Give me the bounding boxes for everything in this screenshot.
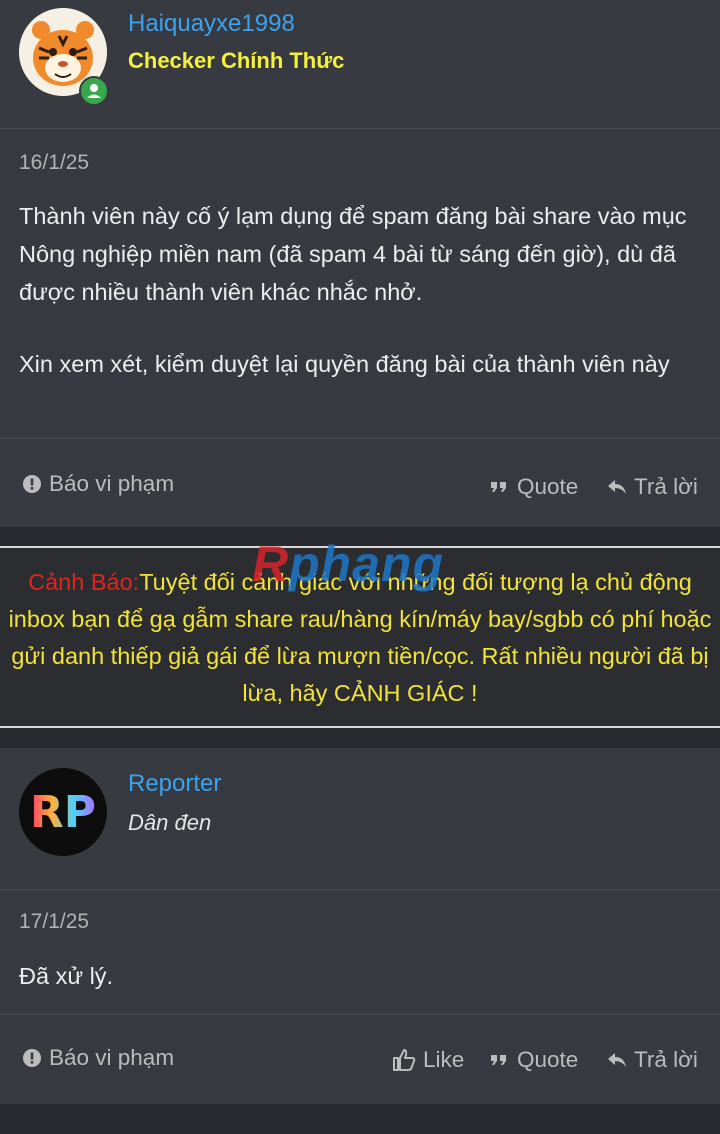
report-label: Báo vi phạm: [49, 471, 175, 496]
quote-label: Quote: [517, 1047, 579, 1072]
online-status-icon: [79, 76, 109, 106]
report-button[interactable]: Báo vi phạm: [22, 471, 174, 497]
post-footer: Báo vi phạm Like Quote Trả lời: [0, 1014, 720, 1103]
watermark-logo: Rphang: [252, 536, 445, 592]
user-title: Checker Chính Thức: [128, 48, 345, 73]
report-icon: [23, 1049, 41, 1067]
post-2: RP Reporter Dân đen 17/1/25 Đã xử lý. Bá…: [0, 748, 720, 1104]
reply-label: Trả lời: [634, 474, 698, 499]
post-header: RP Reporter Dân đen: [0, 748, 720, 890]
quote-label: Quote: [517, 474, 579, 499]
reply-icon: [608, 480, 626, 494]
warning-label: Cảnh Báo:: [28, 569, 140, 595]
paragraph: Đã xử lý.: [19, 963, 114, 989]
report-label: Báo vi phạm: [49, 1045, 175, 1070]
post-header: Haiquayxe1998 Checker Chính Thức: [0, 0, 720, 129]
post-date[interactable]: 17/1/25: [19, 910, 89, 934]
username[interactable]: Reporter: [128, 770, 221, 798]
post-date[interactable]: 16/1/25: [19, 151, 89, 175]
quote-button[interactable]: Quote: [490, 1047, 578, 1073]
report-icon: [23, 475, 41, 493]
like-icon: [393, 1049, 416, 1071]
post-body: Thành viên này cố ý lạm dụng để spam đăn…: [19, 197, 709, 383]
quote-button[interactable]: Quote: [490, 474, 578, 500]
paragraph: Xin xem xét, kiểm duyệt lại quyền đăng b…: [19, 351, 670, 377]
username[interactable]: Haiquayxe1998: [128, 10, 295, 38]
avatar[interactable]: RP: [19, 768, 107, 856]
user-title: Dân đen: [128, 810, 212, 835]
like-label: Like: [423, 1047, 465, 1072]
reply-button[interactable]: Trả lời: [607, 1047, 698, 1073]
reply-label: Trả lời: [634, 1047, 698, 1072]
report-button[interactable]: Báo vi phạm: [22, 1045, 174, 1071]
avatar-text: RP: [29, 786, 97, 838]
paragraph: Thành viên này cố ý lạm dụng để spam đăn…: [19, 203, 687, 305]
reply-button[interactable]: Trả lời: [607, 474, 698, 500]
quote-icon: [491, 1055, 506, 1065]
quote-icon: [491, 482, 506, 492]
like-button[interactable]: Like: [392, 1047, 464, 1073]
post-body: Đã xử lý.: [19, 957, 709, 995]
post-footer: Báo vi phạm Quote Trả lời: [0, 438, 720, 527]
reply-icon: [608, 1053, 626, 1067]
post-1: Haiquayxe1998 Checker Chính Thức 16/1/25…: [0, 0, 720, 527]
